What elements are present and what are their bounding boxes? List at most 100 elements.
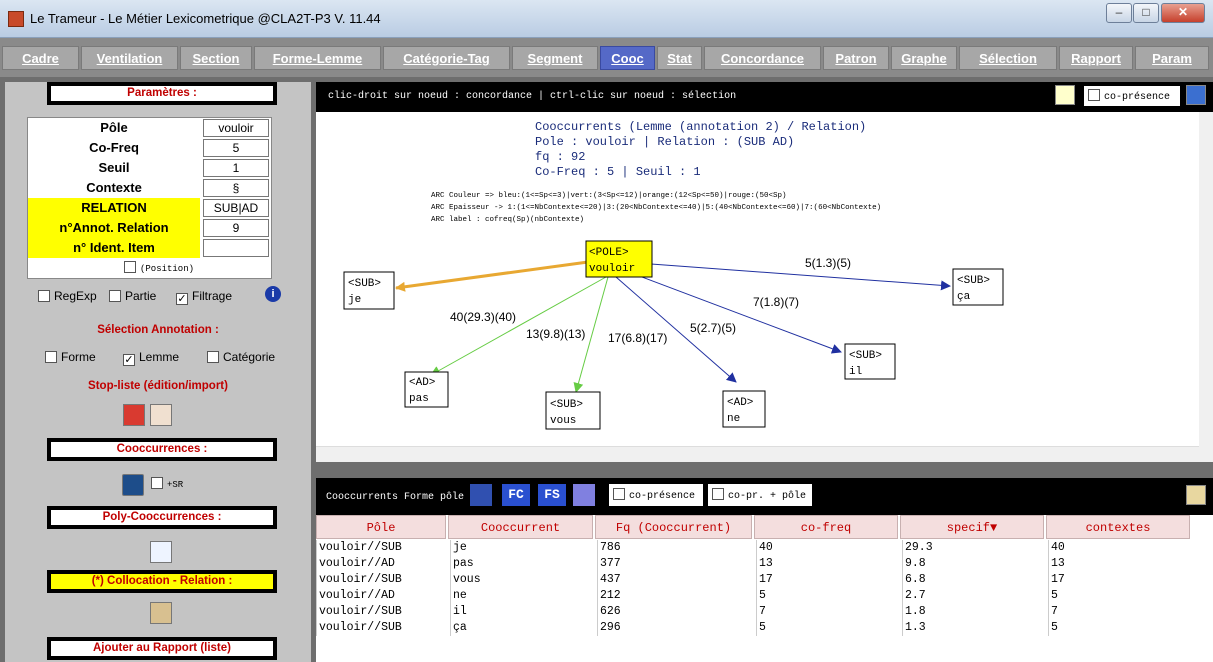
forme-option[interactable]: Forme bbox=[45, 350, 96, 364]
col-header-cofreq[interactable]: co-freq bbox=[754, 515, 898, 539]
params-table: Pôle vouloir Co-Freq 5 Seuil 1 Contexte § RE… bbox=[27, 117, 272, 279]
table-cell: 40 bbox=[756, 540, 902, 556]
maximize-button[interactable]: □ bbox=[1133, 3, 1159, 23]
copr-pole-option[interactable]: co-pr. + pôle bbox=[708, 484, 812, 506]
stopliste-import-icon[interactable] bbox=[150, 404, 172, 426]
col-header-pole[interactable]: Pôle bbox=[316, 515, 446, 539]
table-cell: 9.8 bbox=[902, 556, 1048, 572]
sr-checkbox[interactable] bbox=[151, 477, 163, 489]
collocation-icon[interactable] bbox=[150, 602, 172, 624]
table-cell: 786 bbox=[597, 540, 756, 556]
tab-patron[interactable]: Patron bbox=[823, 46, 889, 70]
node-vous[interactable]: <SUB> vous bbox=[545, 391, 601, 430]
cooc-graph-svg: Cooccurrents (Lemme (annotation 2) / Rel… bbox=[343, 120, 1004, 430]
col-header-fq[interactable]: Fq (Cooccurrent) bbox=[595, 515, 752, 539]
fs-icon[interactable]: FS bbox=[538, 484, 566, 506]
table-cell: 17 bbox=[1048, 572, 1190, 588]
node-ne[interactable]: <AD> ne bbox=[722, 390, 766, 428]
filtrage-option[interactable]: ✓ Filtrage bbox=[176, 289, 232, 305]
tab-cooc[interactable]: Cooc bbox=[600, 46, 655, 70]
sr-option[interactable]: +SR bbox=[151, 477, 183, 490]
table-row[interactable]: vouloir//SUB ça 296 5 1.3 5 bbox=[316, 620, 1190, 636]
tab-ventilation[interactable]: Ventilation bbox=[81, 46, 178, 70]
copresence-option[interactable]: co-présence bbox=[1084, 86, 1180, 106]
export-chart-icon[interactable] bbox=[470, 484, 492, 506]
table-cell: 5 bbox=[1048, 620, 1190, 636]
pole-tag: <POLE> bbox=[589, 247, 629, 259]
regexp-option[interactable]: RegExp bbox=[38, 289, 97, 303]
partie-option[interactable]: Partie bbox=[109, 289, 156, 303]
tab-forme-lemme[interactable]: Forme-Lemme bbox=[254, 46, 381, 70]
copresence-checkbox[interactable] bbox=[1088, 89, 1100, 101]
filtrage-checkbox[interactable]: ✓ bbox=[176, 293, 188, 305]
fc-icon[interactable]: FC bbox=[502, 484, 530, 506]
params-title: Paramètres : bbox=[47, 82, 277, 105]
lemme-option[interactable]: ✓ Lemme bbox=[123, 350, 179, 366]
forme-checkbox[interactable] bbox=[45, 351, 57, 363]
col-header-contextes[interactable]: contextes bbox=[1046, 515, 1190, 539]
cofreq-input[interactable]: 5 bbox=[203, 139, 269, 157]
open-folder-icon[interactable] bbox=[1186, 485, 1206, 505]
ajouter-rapport-button[interactable]: Ajouter au Rapport (liste) bbox=[47, 637, 277, 660]
table-cell: 7 bbox=[1048, 604, 1190, 620]
tab-graphe[interactable]: Graphe bbox=[891, 46, 957, 70]
graph-area: Cooccurrents (Lemme (annotation 2) / Rel… bbox=[316, 112, 1213, 462]
regexp-checkbox[interactable] bbox=[38, 290, 50, 302]
seuil-input[interactable]: 1 bbox=[203, 159, 269, 177]
pole-input[interactable]: vouloir bbox=[203, 119, 269, 137]
annot-relation-input[interactable]: 9 bbox=[203, 219, 269, 237]
tab-rapport[interactable]: Rapport bbox=[1059, 46, 1133, 70]
pole-node[interactable]: <POLE> vouloir bbox=[585, 240, 653, 278]
param-row: Contexte § bbox=[28, 178, 271, 198]
tab-segment[interactable]: Segment bbox=[512, 46, 598, 70]
minimize-button[interactable]: – bbox=[1106, 3, 1132, 23]
contexte-input[interactable]: § bbox=[203, 179, 269, 197]
pole-word: vouloir bbox=[589, 263, 635, 275]
table-row[interactable]: vouloir//AD ne 212 5 2.7 5 bbox=[316, 588, 1190, 604]
grid-icon[interactable] bbox=[1055, 85, 1075, 105]
lower-copresence-checkbox[interactable] bbox=[613, 488, 625, 500]
tab-param[interactable]: Param bbox=[1135, 46, 1209, 70]
table-cell: vouloir//AD bbox=[316, 588, 448, 604]
lemme-checkbox[interactable]: ✓ bbox=[123, 354, 135, 366]
relation-input[interactable]: SUB|AD bbox=[203, 199, 269, 217]
col-header-specif[interactable]: specif▼ bbox=[900, 515, 1044, 539]
tab-selection[interactable]: Sélection bbox=[959, 46, 1057, 70]
node-il[interactable]: <SUB> il bbox=[844, 343, 896, 380]
table-row[interactable]: vouloir//SUB vous 437 17 6.8 17 bbox=[316, 572, 1190, 588]
edge-label-ne: 5(2.7)(5) bbox=[690, 321, 736, 335]
categorie-checkbox[interactable] bbox=[207, 351, 219, 363]
table-cell: vous bbox=[450, 572, 597, 588]
categorie-option[interactable]: Catégorie bbox=[207, 350, 275, 364]
partie-checkbox[interactable] bbox=[109, 290, 121, 302]
copr-pole-checkbox[interactable] bbox=[712, 488, 724, 500]
table-row[interactable]: vouloir//SUB je 786 40 29.3 40 bbox=[316, 540, 1190, 556]
table-icon[interactable] bbox=[573, 484, 595, 506]
tab-concordance[interactable]: Concordance bbox=[704, 46, 821, 70]
param-label: Pôle bbox=[100, 120, 128, 135]
tab-cadre[interactable]: Cadre bbox=[2, 46, 79, 70]
col-header-cooccurrent[interactable]: Cooccurrent bbox=[448, 515, 593, 539]
lower-copresence-option[interactable]: co-présence bbox=[609, 484, 703, 506]
param-label: n°Annot. Relation bbox=[28, 218, 200, 238]
close-button[interactable]: ✕ bbox=[1161, 3, 1205, 23]
position-checkbox[interactable] bbox=[124, 261, 136, 273]
copr-pole-label: co-pr. + pôle bbox=[728, 491, 807, 502]
info-icon[interactable]: i bbox=[265, 286, 281, 302]
poly-cooc-icon[interactable] bbox=[150, 541, 172, 563]
stopliste-edit-icon[interactable] bbox=[123, 404, 145, 426]
node-je[interactable]: <SUB> je bbox=[343, 271, 395, 310]
node-pas[interactable]: <AD> pas bbox=[404, 371, 449, 408]
tab-categorie-tag[interactable]: Catégorie-Tag bbox=[383, 46, 510, 70]
node-ca[interactable]: <SUB> ça bbox=[952, 268, 1004, 306]
position-option[interactable]: (Position) bbox=[124, 261, 194, 274]
tab-section[interactable]: Section bbox=[180, 46, 252, 70]
table-cell: 2.7 bbox=[902, 588, 1048, 604]
tab-stat[interactable]: Stat bbox=[657, 46, 702, 70]
table-row[interactable]: vouloir//AD pas 377 13 9.8 13 bbox=[316, 556, 1190, 572]
graph-tool-icon[interactable] bbox=[1186, 85, 1206, 105]
ident-item-input[interactable] bbox=[203, 239, 269, 257]
table-row[interactable]: vouloir//SUB il 626 7 1.8 7 bbox=[316, 604, 1190, 620]
graph-horizontal-scrollbar[interactable] bbox=[316, 446, 1199, 462]
cooccurrences-run-icon[interactable] bbox=[122, 474, 144, 496]
